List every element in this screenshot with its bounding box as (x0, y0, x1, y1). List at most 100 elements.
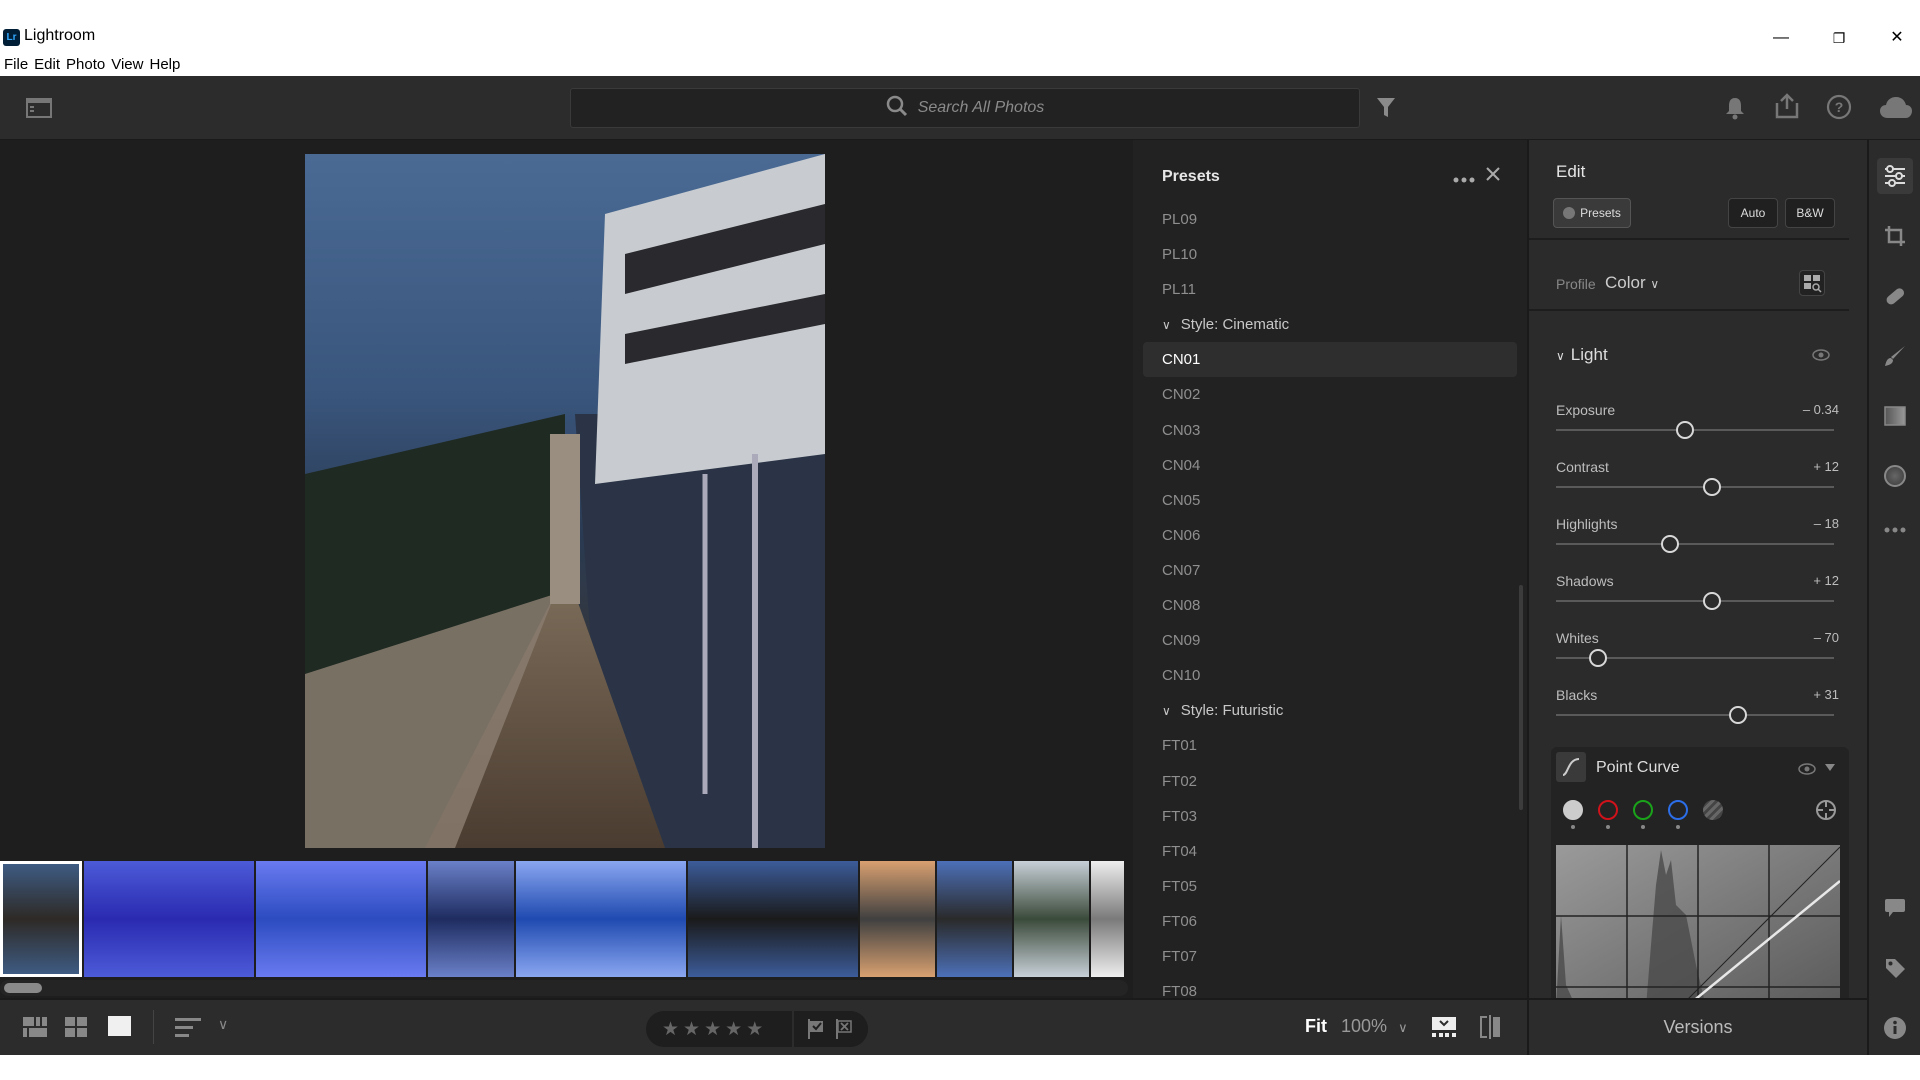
preset-group-header[interactable]: ∨ Style: Cinematic (1133, 307, 1527, 342)
comment-icon[interactable] (1877, 890, 1913, 926)
filmstrip-thumbnail[interactable] (428, 861, 514, 977)
info-icon[interactable] (1877, 1010, 1913, 1046)
slider-track-exposure[interactable] (1556, 429, 1834, 431)
curve-channel-rgb[interactable] (1563, 800, 1583, 820)
slider-track-shadows[interactable] (1556, 600, 1834, 602)
slider-value-contrast[interactable]: + 12 (1813, 459, 1839, 474)
preset-item[interactable]: CN10 (1133, 658, 1527, 693)
curve-channel-blue[interactable] (1668, 800, 1688, 820)
chevron-down-icon[interactable]: ∨ (218, 1016, 228, 1033)
filmstrip-scrollbar-track[interactable] (0, 980, 1128, 996)
share-icon[interactable] (1775, 93, 1799, 124)
panel-toggle-icon[interactable] (26, 98, 52, 123)
star-icon[interactable]: ★ (725, 1018, 742, 1041)
preset-item[interactable]: CN07 (1133, 553, 1527, 588)
auto-button[interactable]: Auto (1728, 198, 1778, 228)
filmstrip-thumbnail[interactable] (937, 861, 1012, 977)
preset-item[interactable]: FT06 (1133, 904, 1527, 939)
preset-item[interactable]: FT02 (1133, 764, 1527, 799)
star-icon[interactable]: ★ (662, 1018, 679, 1041)
crop-icon[interactable] (1877, 218, 1913, 254)
filmstrip-thumbnail[interactable] (516, 861, 686, 977)
bell-icon[interactable] (1724, 96, 1746, 125)
fit-button[interactable]: Fit (1305, 1016, 1327, 1037)
brush-icon[interactable] (1877, 338, 1913, 374)
grid-view-icon[interactable] (65, 1017, 87, 1042)
eye-icon[interactable] (1798, 762, 1816, 780)
menu-help[interactable]: Help (149, 54, 180, 76)
star-icon[interactable]: ★ (704, 1018, 721, 1041)
filmstrip-toggle-icon[interactable] (1432, 1017, 1456, 1042)
main-photo[interactable] (305, 154, 825, 848)
preset-item[interactable]: CN04 (1133, 448, 1527, 483)
slider-value-shadows[interactable]: + 12 (1813, 573, 1839, 588)
more-icon[interactable] (1453, 170, 1475, 188)
filmstrip-thumbnail[interactable] (84, 861, 254, 977)
profile-browser-icon[interactable] (1799, 270, 1825, 296)
square-grid-view-icon[interactable] (23, 1017, 47, 1042)
star-icon[interactable]: ★ (683, 1018, 700, 1041)
compare-view-icon[interactable] (1479, 1015, 1501, 1044)
menu-edit[interactable]: Edit (34, 54, 60, 76)
filmstrip-thumbnail[interactable] (1014, 861, 1089, 977)
slider-value-highlights[interactable]: – 18 (1814, 516, 1839, 531)
preset-item[interactable]: FT08 (1133, 974, 1527, 998)
preset-item[interactable]: FT04 (1133, 834, 1527, 869)
target-adjust-icon[interactable] (1815, 799, 1837, 826)
slider-value-whites[interactable]: – 70 (1814, 630, 1839, 645)
bw-button[interactable]: B&W (1785, 198, 1835, 228)
radial-gradient-icon[interactable] (1877, 458, 1913, 494)
slider-thumb-whites[interactable] (1588, 649, 1607, 667)
zoom-dropdown[interactable]: 100% ∨ (1341, 1016, 1408, 1037)
curve-graph[interactable] (1556, 845, 1840, 998)
slider-value-exposure[interactable]: – 0.34 (1803, 402, 1839, 417)
preset-item[interactable]: CN05 (1133, 483, 1527, 518)
preset-item[interactable]: FT03 (1133, 799, 1527, 834)
filmstrip-thumbnail[interactable] (1091, 861, 1124, 977)
restore-button[interactable]: ❐ (1816, 24, 1862, 52)
pick-flag-icon[interactable] (808, 1019, 824, 1044)
edit-sliders-icon[interactable] (1877, 158, 1913, 194)
slider-thumb-contrast[interactable] (1702, 478, 1721, 496)
preset-item[interactable]: FT01 (1133, 728, 1527, 763)
close-window-button[interactable]: ✕ (1874, 24, 1920, 52)
preset-item[interactable]: CN01 (1143, 342, 1517, 378)
more-icon[interactable] (1877, 512, 1913, 548)
eye-icon[interactable] (1812, 348, 1830, 366)
menu-view[interactable]: View (111, 54, 143, 76)
preset-item[interactable]: CN06 (1133, 518, 1527, 553)
curve-channel-green[interactable] (1633, 800, 1653, 820)
preset-item[interactable]: CN02 (1133, 377, 1527, 412)
reject-flag-icon[interactable] (836, 1019, 852, 1044)
preset-group-header[interactable]: ∨ Style: Futuristic (1133, 693, 1527, 728)
minimize-button[interactable]: — (1758, 24, 1804, 52)
search-input[interactable]: Search All Photos (570, 88, 1360, 128)
preset-item[interactable]: CN09 (1133, 623, 1527, 658)
help-icon[interactable]: ? (1826, 94, 1852, 125)
sort-icon[interactable] (175, 1018, 201, 1043)
dropdown-triangle-icon[interactable] (1825, 764, 1835, 771)
filmstrip-thumbnail[interactable] (0, 861, 82, 977)
menu-photo[interactable]: Photo (66, 54, 105, 76)
curve-icon[interactable] (1556, 752, 1586, 782)
linear-gradient-icon[interactable] (1877, 398, 1913, 434)
presets-scrollbar[interactable] (1519, 585, 1523, 810)
slider-track-blacks[interactable] (1556, 714, 1834, 716)
preset-item[interactable]: FT07 (1133, 939, 1527, 974)
light-section-header[interactable]: ∨ Light (1556, 345, 1608, 365)
curve-channel-red[interactable] (1598, 800, 1618, 820)
menu-file[interactable]: File (4, 54, 28, 76)
slider-value-blacks[interactable]: + 31 (1813, 687, 1839, 702)
versions-button[interactable]: Versions (1527, 998, 1867, 1055)
star-icon[interactable]: ★ (746, 1018, 763, 1041)
tag-icon[interactable] (1877, 950, 1913, 986)
preset-item[interactable]: CN08 (1133, 588, 1527, 623)
filmstrip-scrollbar-thumb[interactable] (4, 983, 42, 993)
preset-item[interactable]: FT05 (1133, 869, 1527, 904)
healing-icon[interactable] (1877, 278, 1913, 314)
slider-track-highlights[interactable] (1556, 543, 1834, 545)
profile-dropdown[interactable]: Color ∨ (1605, 273, 1659, 293)
filmstrip-thumbnail[interactable] (688, 861, 858, 977)
parametric-curve-icon[interactable] (1703, 800, 1723, 820)
filmstrip-thumbnail[interactable] (860, 861, 935, 977)
